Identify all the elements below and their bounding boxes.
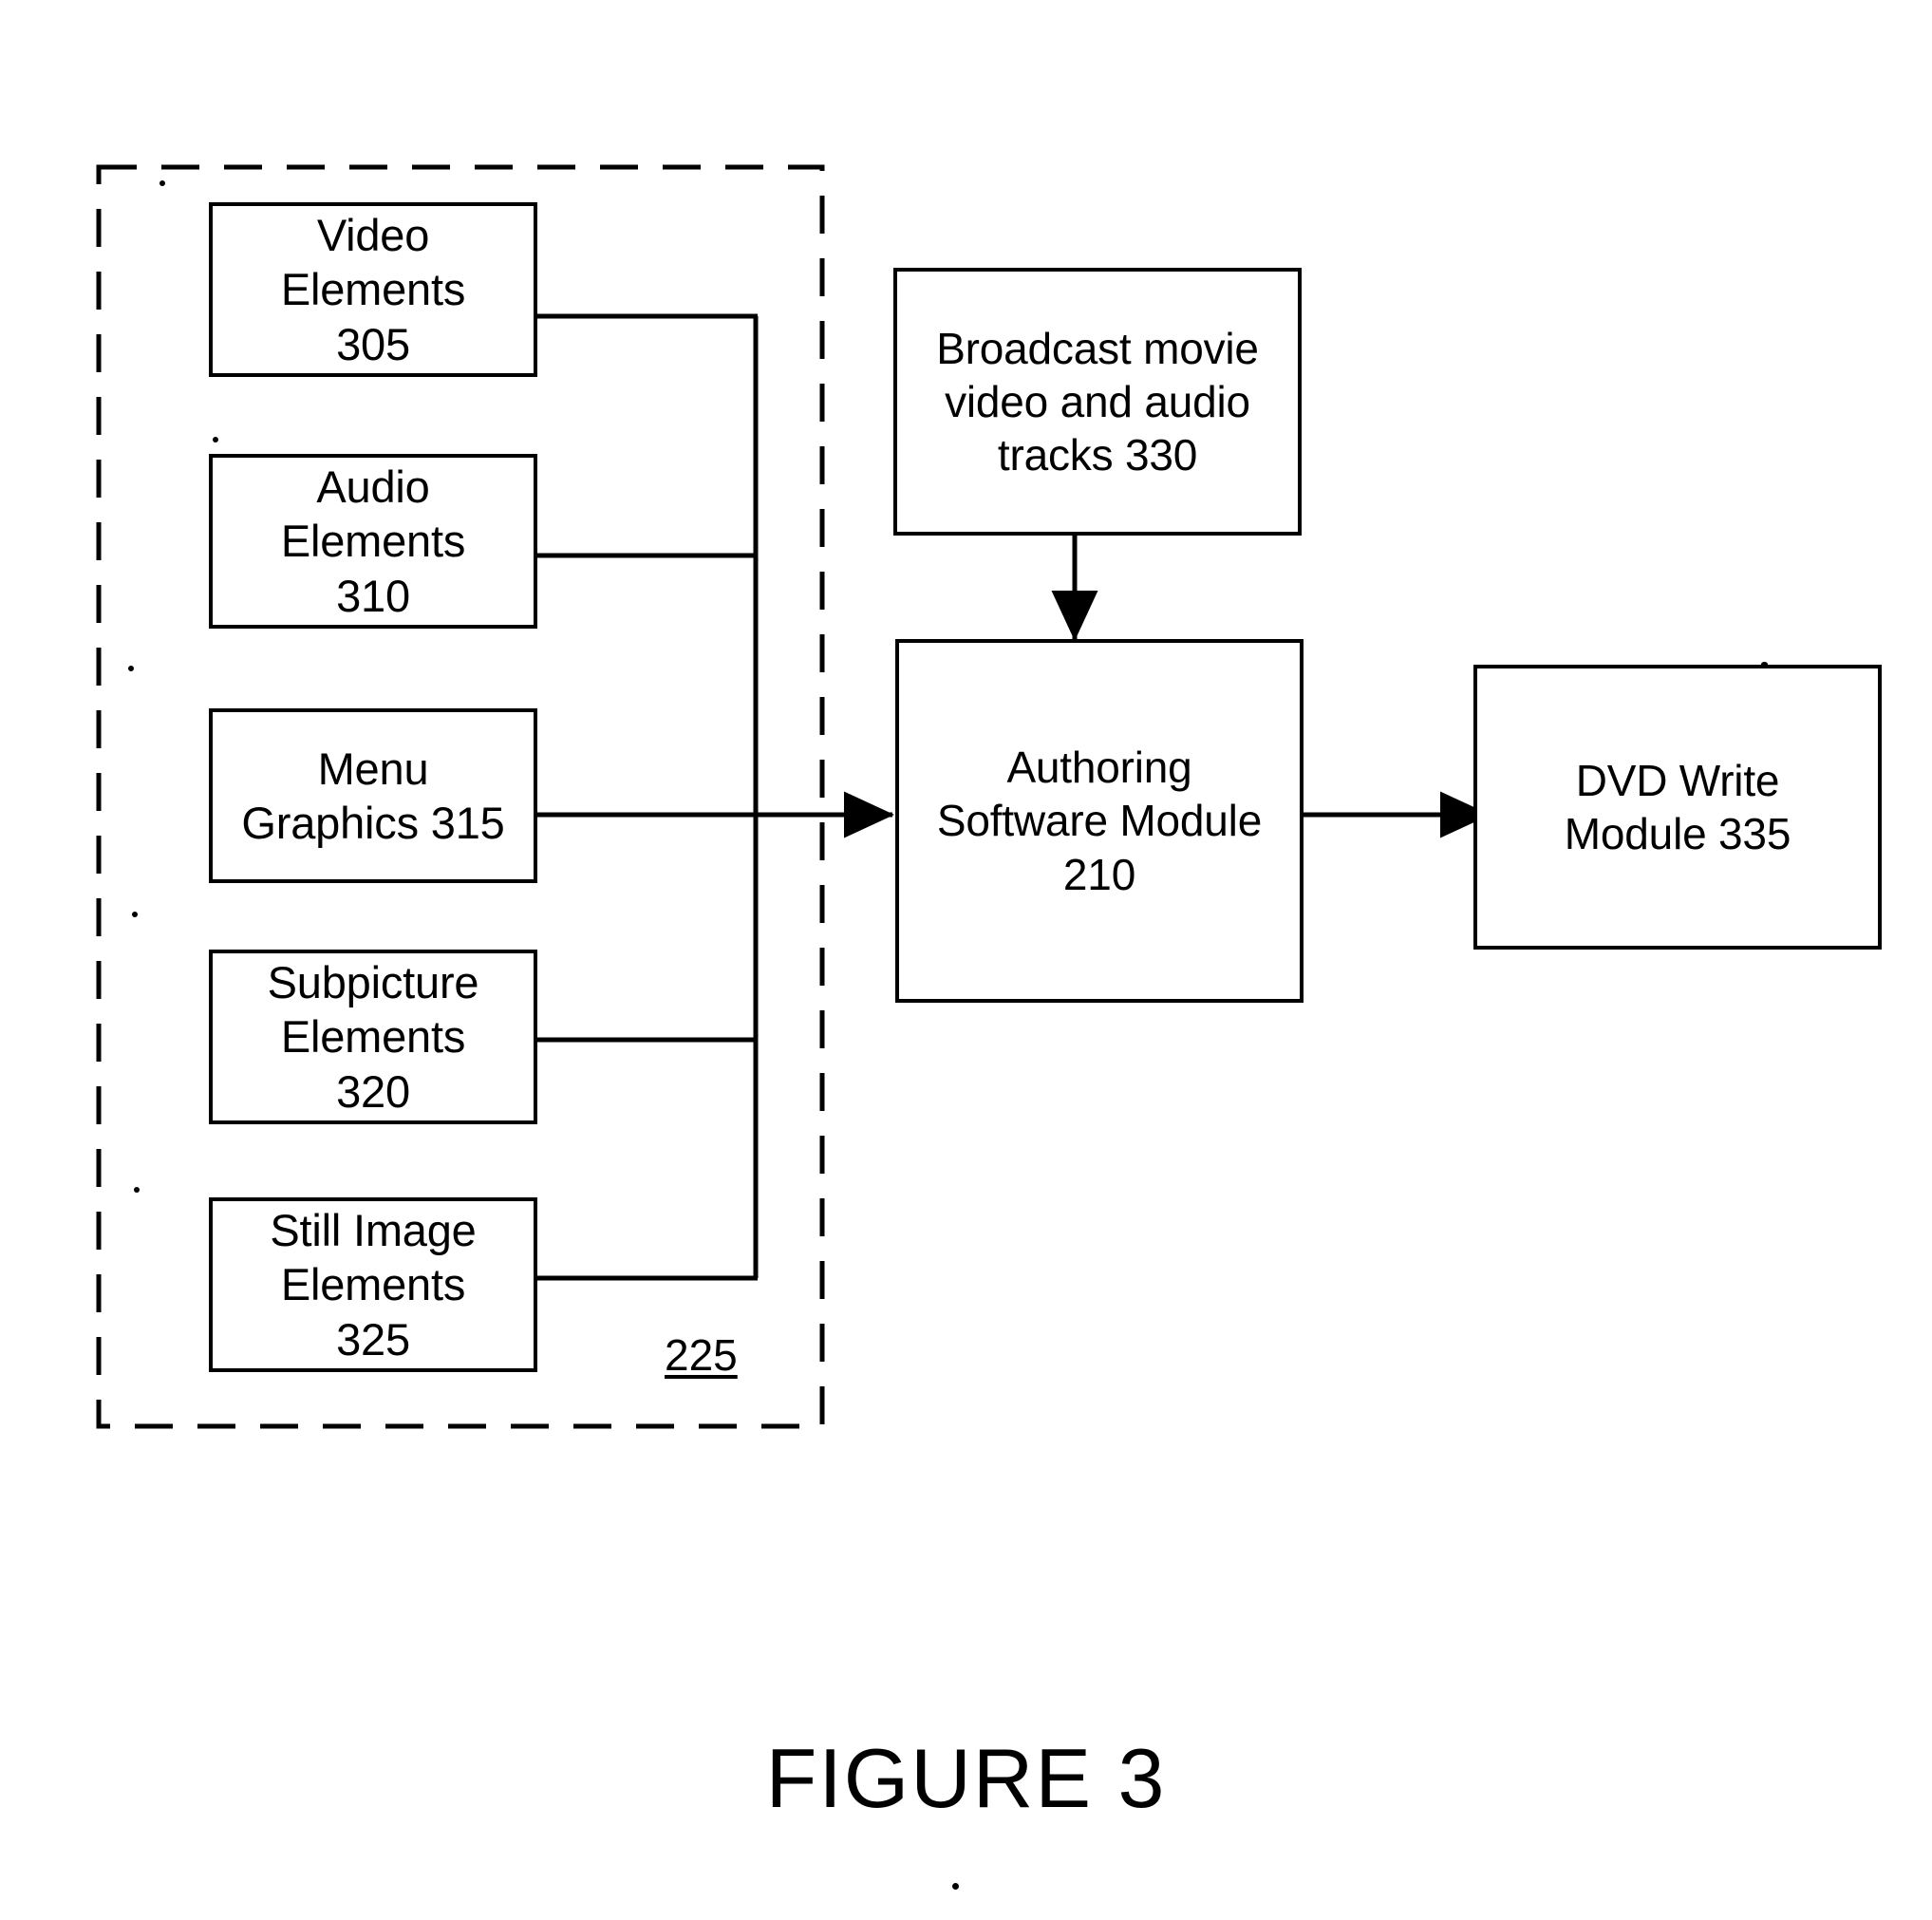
node-menu-graphics-line2: Graphics 315 [241, 798, 505, 848]
node-video-elements-line1: Video [316, 210, 430, 260]
node-subpicture-elements[interactable]: Subpicture Elements 320 [209, 950, 537, 1124]
node-audio-elements-line1: Audio [316, 461, 430, 512]
node-authoring-software-module[interactable]: Authoring Software Module 210 [895, 639, 1304, 1003]
node-subpicture-elements-line2: Elements [280, 1011, 466, 1063]
node-authoring-software-module-line3: 210 [1062, 849, 1136, 899]
node-menu-graphics-line1: Menu [317, 743, 429, 794]
node-still-image-elements-line1: Still Image [270, 1205, 477, 1255]
node-dvd-write-module-line2: Module 335 [1564, 809, 1791, 858]
node-authoring-software-module-line1: Authoring [1006, 743, 1192, 793]
node-broadcast-tracks-line3: tracks 330 [997, 430, 1198, 480]
group-reference-225: 225 [665, 1330, 738, 1380]
patent-figure-3: Video Elements 305 Audio Elements 310 Me… [0, 0, 1932, 1920]
node-still-image-elements-line2: Elements [280, 1259, 466, 1310]
figure-caption: FIGURE 3 [765, 1731, 1167, 1825]
node-authoring-software-module-line2: Software Module [936, 796, 1263, 846]
node-menu-graphics[interactable]: Menu Graphics 315 [209, 708, 537, 883]
scan-speck [159, 180, 165, 186]
node-video-elements-line2: Elements [280, 264, 466, 315]
node-subpicture-elements-line3: 320 [336, 1065, 410, 1117]
node-video-elements[interactable]: Video Elements 305 [209, 202, 537, 377]
scan-speck [952, 1883, 959, 1890]
scan-speck [128, 666, 134, 671]
node-audio-elements-line3: 310 [336, 570, 410, 621]
node-dvd-write-module-line1: DVD Write [1575, 755, 1780, 805]
scan-speck [132, 912, 138, 917]
node-broadcast-tracks-line1: Broadcast movie [936, 323, 1259, 373]
scan-speck [134, 1187, 140, 1193]
node-dvd-write-module[interactable]: DVD Write Module 335 [1473, 665, 1882, 950]
node-still-image-elements[interactable]: Still Image Elements 325 [209, 1197, 537, 1372]
node-video-elements-line3: 305 [336, 318, 410, 369]
node-audio-elements[interactable]: Audio Elements 310 [209, 454, 537, 629]
node-broadcast-tracks[interactable]: Broadcast movie video and audio tracks 3… [893, 268, 1302, 536]
node-still-image-elements-line3: 325 [336, 1313, 410, 1365]
node-audio-elements-line2: Elements [280, 516, 466, 567]
scan-speck [213, 437, 218, 442]
node-subpicture-elements-line1: Subpicture [267, 957, 479, 1007]
node-broadcast-tracks-line2: video and audio [945, 376, 1250, 426]
